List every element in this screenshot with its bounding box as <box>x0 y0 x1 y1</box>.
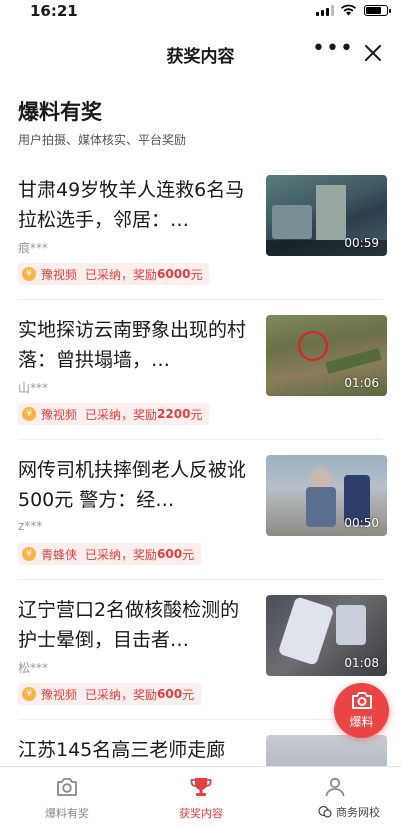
battery-icon <box>364 5 391 16</box>
feed-item[interactable]: 江苏145名高三老师走廊 <box>18 720 387 766</box>
tab-label: 获奖内容 <box>179 807 223 820</box>
feed-item[interactable]: 网传司机扶摔倒老人反被讹500元 警方：经… z*** ¥ 青蜂侠 已采纳，奖励… <box>18 440 387 580</box>
reward-unit: 元 <box>182 687 195 702</box>
watermark: 商务网校 <box>318 804 380 820</box>
submit-tip-button[interactable]: 爆料 <box>334 683 389 738</box>
item-author: 痕*** <box>18 241 49 255</box>
reward-badge: ¥ 豫视频 已采纳，奖励 6000 元 <box>18 263 210 285</box>
reward-unit: 元 <box>190 407 203 422</box>
camera-icon <box>57 778 77 796</box>
item-author: 山*** <box>18 381 49 395</box>
reward-source: 豫视频 <box>41 687 78 702</box>
video-thumbnail[interactable]: 00:59 <box>266 175 387 256</box>
reward-badge: ¥ 青蜂侠 已采纳，奖励 600 元 <box>18 543 202 565</box>
reward-source: 豫视频 <box>41 407 78 422</box>
video-duration: 00:59 <box>344 236 379 250</box>
video-duration: 01:08 <box>344 656 379 670</box>
reward-source: 豫视频 <box>41 267 78 282</box>
watermark-text: 商务网校 <box>336 806 380 819</box>
close-icon[interactable] <box>360 40 386 66</box>
camera-icon <box>352 692 372 709</box>
status-bar: 16:21 <box>0 0 401 22</box>
item-author: z*** <box>18 519 43 533</box>
reward-amount: 600 <box>157 547 183 561</box>
coin-icon: ¥ <box>22 687 36 701</box>
item-title[interactable]: 实地探访云南野象出现的村落：曾拱塌墙，… <box>18 315 246 375</box>
video-duration: 00:50 <box>344 516 379 530</box>
more-options-icon[interactable]: ••• <box>312 38 353 66</box>
reward-status: 已采纳，奖励 <box>85 267 158 282</box>
reward-badge: ¥ 豫视频 已采纳，奖励 2200 元 <box>18 403 210 425</box>
video-thumbnail[interactable]: 00:50 <box>266 455 387 536</box>
reward-source: 青蜂侠 <box>41 547 78 562</box>
tab-label: 爆料有奖 <box>45 807 89 820</box>
item-title[interactable]: 辽宁营口2名做核酸检测的护士晕倒，目击者… <box>18 595 246 655</box>
video-thumbnail[interactable]: 01:08 <box>266 595 387 676</box>
video-thumbnail[interactable]: 01:06 <box>266 315 387 396</box>
feed-item[interactable]: 甘肃49岁牧羊人连救6名马拉松选手，邻居：… 痕*** ¥ 豫视频 已采纳，奖励… <box>18 160 387 300</box>
section-subheading: 用户拍摄、媒体核实、平台奖励 <box>18 133 187 147</box>
item-title[interactable]: 甘肃49岁牧羊人连救6名马拉松选手，邻居：… <box>18 175 246 235</box>
wifi-icon <box>341 4 356 16</box>
reward-status: 已采纳，奖励 <box>85 687 158 702</box>
reward-amount: 2200 <box>157 407 191 421</box>
feed-item[interactable]: 实地探访云南野象出现的村落：曾拱塌墙，… 山*** ¥ 豫视频 已采纳，奖励 2… <box>18 300 387 440</box>
reward-unit: 元 <box>190 267 203 282</box>
item-title[interactable]: 江苏145名高三老师走廊 <box>18 735 246 766</box>
navbar: 获奖内容 ••• <box>0 32 401 76</box>
award-feed: 甘肃49岁牧羊人连救6名马拉松选手，邻居：… 痕*** ¥ 豫视频 已采纳，奖励… <box>0 160 401 766</box>
section-heading: 爆料有奖 <box>18 100 102 124</box>
user-icon <box>325 777 345 797</box>
submit-tip-label: 爆料 <box>349 715 374 729</box>
coin-icon: ¥ <box>22 407 36 421</box>
video-duration: 01:06 <box>344 376 379 390</box>
coin-icon: ¥ <box>22 267 36 281</box>
reward-unit: 元 <box>182 547 195 562</box>
tab-submit-tip[interactable]: 爆料有奖 <box>0 767 134 827</box>
reward-badge: ¥ 豫视频 已采纳，奖励 600 元 <box>18 683 202 705</box>
signal-icon <box>316 5 334 16</box>
video-thumbnail[interactable] <box>266 735 387 766</box>
reward-status: 已采纳，奖励 <box>85 407 158 422</box>
wechat-logo-icon <box>318 805 332 818</box>
trophy-icon <box>190 778 212 796</box>
reward-amount: 6000 <box>157 267 191 281</box>
item-title[interactable]: 网传司机扶摔倒老人反被讹500元 警方：经… <box>18 455 246 515</box>
reward-amount: 600 <box>157 687 183 701</box>
coin-icon: ¥ <box>22 547 36 561</box>
reward-status: 已采纳，奖励 <box>85 547 158 562</box>
feed-item[interactable]: 辽宁营口2名做核酸检测的护士晕倒，目击者… 松*** ¥ 豫视频 已采纳，奖励 … <box>18 580 387 720</box>
tab-awarded-content[interactable]: 获奖内容 <box>134 767 268 827</box>
item-author: 松*** <box>18 661 49 675</box>
status-time: 16:21 <box>30 2 78 20</box>
